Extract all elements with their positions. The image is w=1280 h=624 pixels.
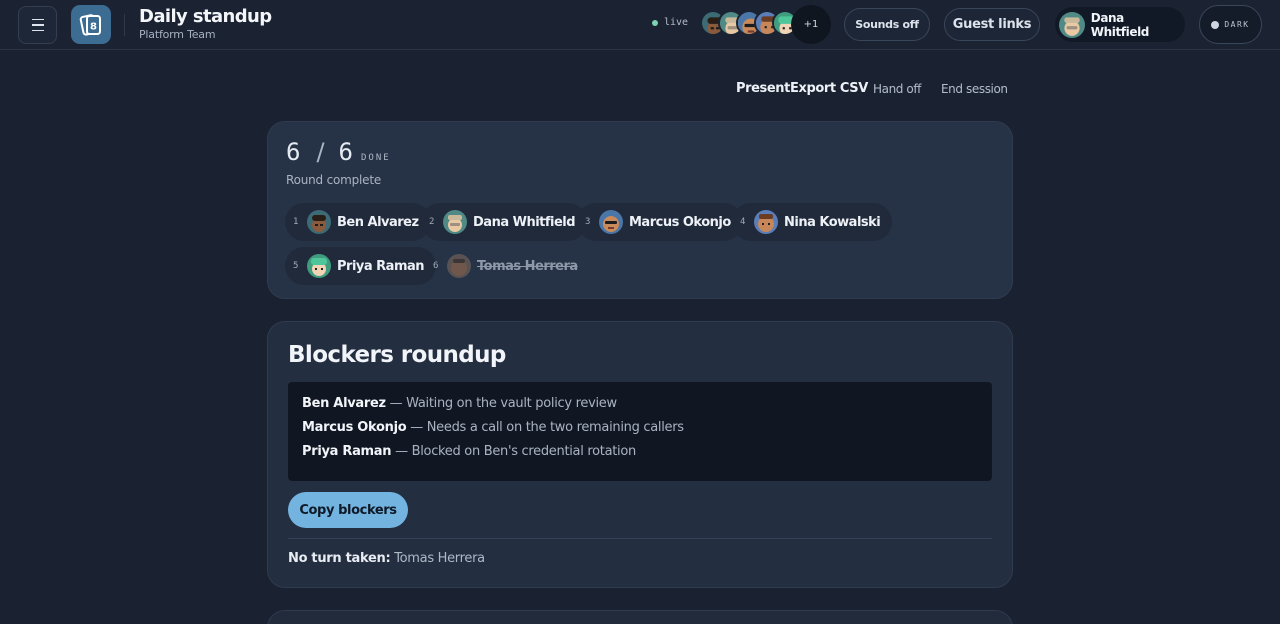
blocker-item: Marcus Okonjo — Needs a call on the two …	[302, 420, 978, 435]
svg-text:8: 8	[90, 21, 97, 32]
participant-index: 3	[585, 217, 590, 227]
no-turn-names: Tomas Herrera	[394, 551, 485, 566]
participant-chip[interactable]: 5 Priya Raman	[285, 247, 437, 285]
participant-chip[interactable]: 1 Ben Alvarez	[285, 203, 431, 241]
live-indicator: live	[652, 17, 688, 28]
avatar	[307, 210, 331, 234]
done-label: DONE	[361, 153, 391, 163]
present-button[interactable]: Present	[736, 81, 790, 96]
sounds-toggle-button[interactable]: Sounds off	[844, 8, 930, 41]
end-session-button[interactable]: End session	[941, 82, 1008, 96]
participant-name: Ben Alvarez	[337, 214, 419, 230]
user-name: Dana Whitfield	[1090, 10, 1150, 39]
no-turn-summary: No turn taken: Tomas Herrera	[288, 551, 485, 566]
round-progress-card: 6 / 6 DONE Round complete 1 Ben Alvarez …	[267, 121, 1013, 299]
participant-name: Priya Raman	[337, 258, 425, 274]
participant-index: 2	[429, 217, 434, 227]
cards-logo-icon: 8	[79, 13, 101, 36]
round-counter: 6 / 6 DONE	[286, 138, 391, 166]
divider	[288, 538, 992, 539]
participant-index: 4	[740, 217, 745, 227]
participant-chip[interactable]: 2 Dana Whitfield	[421, 203, 588, 241]
participant-name: Tomas Herrera	[477, 258, 578, 274]
top-bar: 8 Daily standup Platform Team live +1 So…	[0, 0, 1280, 50]
live-dot-icon	[652, 19, 658, 26]
blocker-owner: Priya Raman	[302, 444, 392, 459]
app-logo[interactable]: 8	[71, 5, 111, 44]
avatar	[599, 210, 623, 234]
theme-label: DARK	[1224, 20, 1250, 29]
no-turn-label: No turn taken:	[288, 551, 391, 566]
blocker-item: Priya Raman — Blocked on Ben's credentia…	[302, 444, 978, 459]
total-count: 6	[338, 138, 353, 166]
moon-icon	[1211, 20, 1220, 29]
participant-index: 6	[433, 261, 438, 271]
blocker-text: — Needs a call on the two remaining call…	[410, 420, 684, 435]
brand-divider	[124, 14, 125, 36]
next-card	[267, 610, 1013, 624]
live-label: live	[664, 17, 689, 28]
participant-index: 1	[293, 217, 298, 227]
copy-blockers-button[interactable]: Copy blockers	[288, 492, 408, 528]
hand-off-button[interactable]: Hand off	[873, 82, 921, 96]
participant-name: Dana Whitfield	[473, 214, 576, 230]
blocker-owner: Marcus Okonjo	[302, 420, 407, 435]
team-name: Platform Team	[139, 28, 216, 41]
blockers-card: Blockers roundup Ben Alvarez — Waiting o…	[267, 321, 1013, 588]
menu-button[interactable]	[18, 6, 57, 44]
theme-toggle-button[interactable]: DARK	[1199, 5, 1262, 44]
blockers-list: Ben Alvarez — Waiting on the vault polic…	[288, 382, 992, 481]
session-title: Daily standup	[139, 6, 272, 27]
counter-separator: /	[316, 138, 325, 166]
avatar	[447, 254, 471, 278]
participant-chip-skipped[interactable]: 6 Tomas Herrera	[425, 247, 590, 285]
blocker-text: — Waiting on the vault policy review	[389, 396, 618, 411]
participant-name: Marcus Okonjo	[629, 214, 731, 230]
round-status: Round complete	[286, 173, 382, 187]
done-count: 6	[286, 138, 301, 166]
presence-avatars[interactable]	[700, 10, 798, 38]
participant-chip[interactable]: 3 Marcus Okonjo	[577, 203, 743, 241]
export-csv-button[interactable]: Export CSV	[790, 81, 868, 96]
blocker-owner: Ben Alvarez	[302, 396, 386, 411]
blockers-title: Blockers roundup	[288, 342, 506, 368]
participant-index: 5	[293, 261, 298, 271]
blocker-text: — Blocked on Ben's credential rotation	[395, 444, 636, 459]
avatar	[1059, 11, 1085, 38]
blocker-item: Ben Alvarez — Waiting on the vault polic…	[302, 396, 978, 411]
participant-name: Nina Kowalski	[784, 214, 881, 230]
avatar	[754, 210, 778, 234]
hamburger-icon	[31, 17, 44, 34]
presence-more-count[interactable]: +1	[791, 5, 831, 44]
participant-chip[interactable]: 4 Nina Kowalski	[732, 203, 893, 241]
guest-links-button[interactable]: Guest links	[944, 8, 1040, 41]
user-menu[interactable]: Dana Whitfield	[1055, 7, 1185, 42]
avatar	[443, 210, 467, 234]
avatar	[307, 254, 331, 278]
